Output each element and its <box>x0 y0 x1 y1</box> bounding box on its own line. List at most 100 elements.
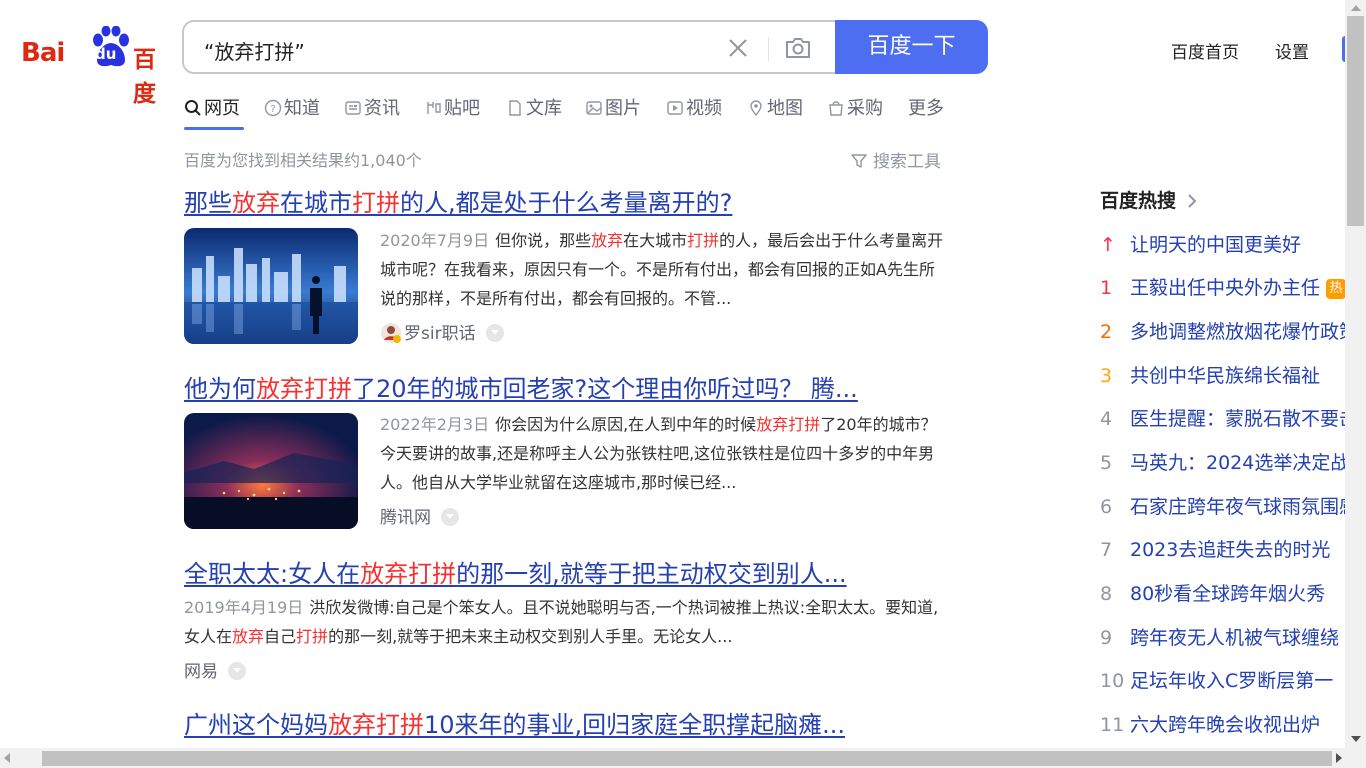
hot-search-item[interactable]: 4 医生提醒：蒙脱石散不要击 <box>1100 404 1358 434</box>
hot-search-item[interactable]: 6 石家庄跨年夜气球雨氛围感 <box>1100 492 1358 522</box>
scrollbar-thumb[interactable] <box>42 751 1332 766</box>
result-title-link[interactable]: 那些放弃在城市打拼的人,都是处于什么考量离开的? <box>184 186 954 220</box>
scroll-right-arrow-icon[interactable] <box>1336 753 1342 763</box>
tab-label: 视频 <box>686 98 722 119</box>
tab-label: 地图 <box>767 98 803 119</box>
result-title-link[interactable]: 全职太太:女人在放弃打拼的那一刻,就等于把主动权交到别人... <box>184 557 954 591</box>
tab-label: 知道 <box>284 98 320 119</box>
hot-search-item[interactable]: 10 足坛年收入C罗断层第一 <box>1100 666 1333 696</box>
result-source[interactable]: 腾讯网 <box>380 503 950 528</box>
result-item: 广州这个妈妈放弃打拼10来年的事业,回归家庭全职撑起脑瘫... <box>184 708 954 742</box>
tab-purchase[interactable]: 采购 <box>827 90 883 130</box>
hot-search-title[interactable]: 百度热搜 <box>1100 186 1366 213</box>
scroll-up-arrow-icon[interactable] <box>1351 5 1361 11</box>
chevron-down-icon[interactable] <box>485 324 504 342</box>
hot-rank: 9 <box>1100 627 1113 649</box>
result-item: 那些放弃在城市打拼的人,都是处于什么考量离开的? 2020年7月9日 但你说，那… <box>184 186 954 344</box>
tab-label: 文库 <box>526 98 562 119</box>
logo-text-cn: 百度 <box>133 47 156 107</box>
tab-label: 更多 <box>908 98 944 119</box>
camera-icon[interactable] <box>784 35 812 61</box>
video-icon <box>667 101 683 115</box>
tab-news[interactable]: 资讯 <box>344 90 400 130</box>
hot-search-item[interactable]: 11 六大跨年晚会收视出炉 <box>1100 710 1320 740</box>
tab-tieba[interactable]: 贴吧 <box>424 90 480 130</box>
chevron-right-icon <box>1188 194 1197 208</box>
hot-search-item[interactable]: 2 多地调整燃放烟花爆竹政策 <box>1100 317 1358 347</box>
hot-rank: 5 <box>1100 452 1113 474</box>
search-tools-label: 搜索工具 <box>873 152 941 172</box>
filter-icon <box>851 154 867 168</box>
tab-video[interactable]: 视频 <box>666 90 722 130</box>
tab-more[interactable]: 更多 <box>908 90 944 130</box>
hot-search-item[interactable]: 1 王毅出任中央外办主任热 <box>1100 273 1347 303</box>
hot-search-text: 共创中华民族绵长福祉 <box>1130 365 1321 387</box>
result-title-link[interactable]: 他为何放弃打拼了20年的城市回老家?这个理由你听过吗？ 腾... <box>184 372 954 406</box>
map-icon <box>750 100 762 117</box>
hot-search-text: 六大跨年晚会收视出炉 <box>1130 714 1321 736</box>
hot-search-item[interactable]: 9 跨年夜无人机被气球缠绕 <box>1100 623 1339 653</box>
close-icon[interactable] <box>726 36 750 60</box>
hot-rank: 6 <box>1100 496 1113 518</box>
result-source[interactable]: 罗sir职话 <box>380 319 950 344</box>
tab-images[interactable]: 图片 <box>585 90 641 130</box>
hot-search-item[interactable]: 8 80秒看全球跨年烟火秀 <box>1100 579 1325 609</box>
search-icon <box>185 100 201 116</box>
result-source[interactable]: 网易 <box>184 657 954 682</box>
hot-search-text: 石家庄跨年夜气球雨氛围感 <box>1130 496 1359 518</box>
baidu-logo[interactable]: Bai du 百度 <box>21 24 161 107</box>
hot-search-text: 足坛年收入C罗断层第一 <box>1130 670 1334 692</box>
hot-search-panel: 百度热搜 ↑ 让明天的中国更美好 1 王毅出任中央外办主任热 2 多地调整燃放烟花爆竹政策… <box>1100 186 1366 736</box>
settings-link[interactable]: 设置 <box>1275 38 1309 63</box>
search-query-text[interactable]: “放弃打拼” <box>204 36 305 65</box>
hot-search-text: 2023去追赶失去的时光 <box>1130 539 1331 561</box>
home-link[interactable]: 百度首页 <box>1171 38 1239 63</box>
logo-text-bai: Bai <box>21 38 65 68</box>
hot-search-text: 跨年夜无人机被气球缠绕 <box>1130 627 1340 649</box>
hot-search-text: 医生提醒：蒙脱石散不要击 <box>1130 408 1359 430</box>
chevron-down-icon[interactable] <box>441 508 459 526</box>
result-item: 他为何放弃打拼了20年的城市回老家?这个理由你听过吗？ 腾... 2022年2月… <box>184 372 954 529</box>
hot-rank: 10 <box>1100 670 1125 692</box>
hot-search-text: 80秒看全球跨年烟火秀 <box>1130 583 1326 605</box>
scroll-left-arrow-icon[interactable] <box>4 753 10 763</box>
hot-rank: 7 <box>1100 539 1113 561</box>
purchase-icon <box>829 101 843 116</box>
search-tools-button[interactable]: 搜索工具 <box>851 147 941 172</box>
hot-search-text: 马英九：2024选举决定战 <box>1130 452 1350 474</box>
tab-wenku[interactable]: 文库 <box>506 90 562 130</box>
tab-zhidao[interactable]: ? 知道 <box>264 90 320 130</box>
question-icon: ? <box>264 99 282 117</box>
horizontal-scrollbar[interactable] <box>0 748 1366 768</box>
baidu-results-page: Bai du 百度 “放弃打拼” 百度一下 百度首页 设置 网页 ? 知道 资讯… <box>0 0 1366 768</box>
result-abstract: 2022年2月3日 你会因为什么原因,在人到中年的时候放弃打拼了20年的城市？今天… <box>380 410 950 528</box>
news-icon <box>345 101 361 115</box>
hot-rank: 8 <box>1100 583 1113 605</box>
result-abstract: 2019年4月19日 洪欣发微博:自己是个笨女人。且不说她聪明与否,一个热词被推上… <box>184 598 939 646</box>
tab-label: 采购 <box>847 98 883 119</box>
hot-search-item[interactable]: 7 2023去追赶失去的时光 <box>1100 535 1330 565</box>
trend-up-icon: ↑ <box>1100 234 1116 256</box>
result-thumbnail[interactable] <box>184 228 358 344</box>
vertical-scrollbar[interactable] <box>1345 0 1366 748</box>
tab-label: 资讯 <box>364 98 400 119</box>
hot-search-text: 多地调整燃放烟花爆竹政策 <box>1130 321 1359 343</box>
scrollbar-thumb[interactable] <box>1347 16 1364 226</box>
hot-search-item[interactable]: 5 马英九：2024选举决定战 <box>1100 448 1349 478</box>
doc-icon <box>509 100 521 116</box>
result-thumbnail[interactable] <box>184 413 358 529</box>
scroll-down-arrow-icon[interactable] <box>1351 736 1361 742</box>
hot-search-text: 让明天的中国更美好 <box>1130 234 1302 256</box>
hot-rank: 11 <box>1100 714 1125 736</box>
tab-web[interactable]: 网页 <box>184 90 244 130</box>
tab-map[interactable]: 地图 <box>747 90 803 130</box>
result-title-link[interactable]: 广州这个妈妈放弃打拼10来年的事业,回归家庭全职撑起脑瘫... <box>184 708 954 742</box>
image-icon <box>586 101 602 115</box>
chevron-down-icon[interactable] <box>228 662 246 680</box>
divider <box>768 37 769 61</box>
city-skyline-image <box>184 228 358 344</box>
night-city-image <box>184 413 358 529</box>
hot-search-item[interactable]: 3 共创中华民族绵长福祉 <box>1100 361 1320 391</box>
hot-search-text: 王毅出任中央外办主任 <box>1130 277 1321 299</box>
hot-search-item[interactable]: ↑ 让明天的中国更美好 <box>1100 230 1301 260</box>
